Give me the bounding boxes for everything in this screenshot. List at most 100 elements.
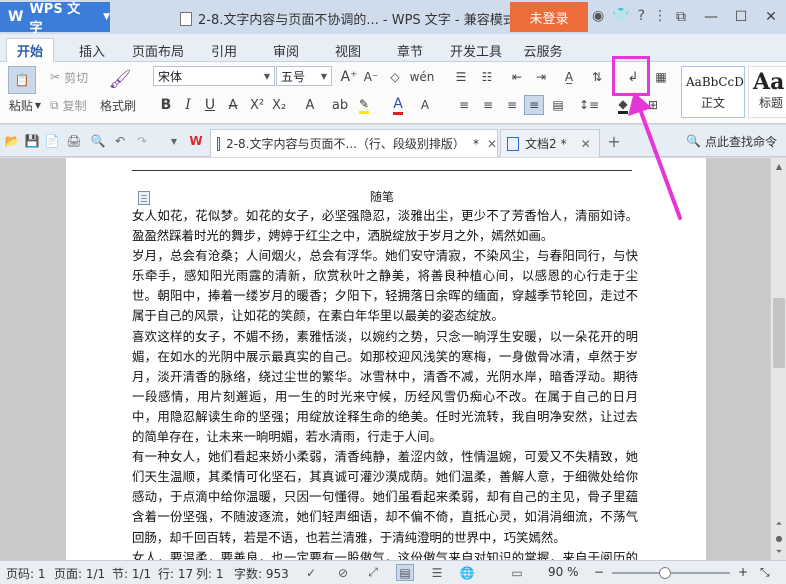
open-folder-icon[interactable]: 📂 bbox=[4, 133, 20, 149]
cut-button[interactable]: ✂ 剪切 bbox=[50, 68, 88, 86]
select-browse-icon[interactable]: ● bbox=[773, 532, 785, 544]
doc-tab-modified: * bbox=[472, 136, 479, 151]
undo-icon[interactable]: ↶ bbox=[112, 133, 128, 149]
align-right-icon[interactable]: ≡ bbox=[504, 96, 520, 114]
tab-developer[interactable]: 开发工具 bbox=[446, 38, 506, 62]
wps-home-icon[interactable]: W bbox=[188, 133, 204, 149]
help-icon[interactable]: ? bbox=[638, 8, 645, 24]
zoom-slider-thumb[interactable] bbox=[659, 567, 672, 579]
phonetic-guide-icon[interactable]: wén bbox=[408, 68, 436, 86]
zoom-out-icon[interactable]: − bbox=[594, 565, 604, 579]
tab-chapter[interactable]: 章节 bbox=[388, 38, 432, 62]
shading-icon[interactable]: ◆ bbox=[612, 96, 634, 114]
zoom-level[interactable]: 90 % bbox=[548, 565, 579, 579]
format-painter-button[interactable]: 格式刷 bbox=[100, 96, 136, 114]
italic-button[interactable]: I bbox=[180, 96, 196, 114]
status-word-count[interactable]: 字数: 953 bbox=[234, 565, 289, 582]
command-search[interactable]: 🔍 点此查找命令 bbox=[686, 131, 777, 151]
next-page-icon[interactable]: ⏷ bbox=[773, 546, 785, 558]
zoom-in-icon[interactable]: + bbox=[738, 565, 748, 579]
doc-tab-active[interactable]: 2-8.文字内容与页面不...（行、段级别排版） * ✕ bbox=[210, 129, 498, 157]
new-tab-icon[interactable]: + bbox=[606, 132, 622, 151]
text-effect-icon[interactable]: ab bbox=[330, 96, 350, 114]
web-view-icon[interactable]: 🌐 bbox=[458, 564, 476, 581]
highlight-color-icon[interactable]: ✎ bbox=[354, 96, 374, 114]
export-pdf-icon[interactable]: 📄 bbox=[44, 133, 60, 149]
align-center-icon[interactable]: ≡ bbox=[480, 96, 496, 114]
table-icon[interactable]: ▦ bbox=[652, 68, 670, 86]
format-painter-icon[interactable]: 🖌 bbox=[108, 66, 132, 92]
font-size-select[interactable]: 五号 ▼ bbox=[276, 66, 332, 86]
clear-format-icon[interactable]: ◇ bbox=[386, 68, 404, 86]
style-normal[interactable]: AaBbCcD 正文 bbox=[681, 66, 745, 118]
char-shading-icon[interactable]: A bbox=[414, 96, 436, 114]
justify-icon[interactable]: ≡ bbox=[524, 95, 544, 115]
spell-check-icon[interactable]: ✓ bbox=[302, 564, 320, 581]
strikethrough-button[interactable]: A bbox=[226, 96, 240, 114]
document-title-text: 2-8.文字内容与页面不协调的... - WPS 文字 - 兼容模式 bbox=[198, 13, 516, 28]
print-preview-icon[interactable]: 🔍 bbox=[90, 133, 106, 149]
bullets-icon[interactable]: ☰ bbox=[452, 68, 470, 86]
prev-page-icon[interactable]: ⏶ bbox=[773, 518, 785, 530]
save-icon[interactable]: 💾 bbox=[24, 133, 40, 149]
shrink-font-icon[interactable]: A⁻ bbox=[362, 68, 380, 86]
minimize-button[interactable]: — bbox=[696, 4, 726, 30]
vertical-scrollbar[interactable]: ▲ ⏶ ● ⏷ bbox=[770, 158, 786, 560]
document-body[interactable]: 女人如花，花似梦。如花的女子，必坚强隐忍，淡雅出尘，更少不了芳香怡人，清丽如诗。… bbox=[132, 206, 638, 560]
font-name-select[interactable]: 宋体 ▼ bbox=[153, 66, 275, 86]
font-effects-icon[interactable]: A bbox=[300, 96, 320, 114]
document-heading: 随笔 bbox=[369, 190, 394, 204]
chevron-down-icon[interactable]: ▼ bbox=[166, 133, 182, 149]
tab-insert[interactable]: 插入 bbox=[70, 38, 114, 62]
tab-references[interactable]: 引用 bbox=[202, 38, 246, 62]
close-icon[interactable]: ✕ bbox=[581, 137, 591, 151]
wps-app-menu-button[interactable]: W WPS 文字 ▼ bbox=[0, 2, 110, 36]
copy-button[interactable]: ⧉ 复制 bbox=[50, 96, 87, 114]
tab-review[interactable]: 审阅 bbox=[264, 38, 308, 62]
status-bar: 页码: 1 页面: 1/1 节: 1/1 行: 17 列: 1 字数: 953 … bbox=[0, 560, 786, 584]
style-heading[interactable]: Aa 标题 bbox=[748, 66, 786, 118]
doc-protect-icon[interactable]: ⊘ bbox=[334, 564, 352, 581]
superscript-button[interactable]: X² bbox=[250, 96, 264, 114]
skin-icon[interactable]: ◉ bbox=[592, 8, 604, 24]
scroll-up-icon[interactable]: ▲ bbox=[773, 160, 785, 172]
line-spacing-icon[interactable]: ↕≡ bbox=[578, 96, 600, 114]
tab-start[interactable]: 开始 bbox=[6, 38, 54, 62]
full-screen-icon[interactable]: ⤢ bbox=[364, 564, 382, 581]
maximize-button[interactable]: ☐ bbox=[726, 4, 756, 30]
outline-view-icon[interactable]: ☰ bbox=[428, 564, 446, 581]
distributed-align-icon[interactable]: ▤ bbox=[550, 96, 566, 114]
print-icon[interactable]: 🖨 bbox=[66, 133, 82, 149]
reading-mode-icon[interactable]: ▭ bbox=[508, 564, 526, 581]
subscript-button[interactable]: X₂ bbox=[272, 96, 286, 114]
restore-ribbon-icon[interactable]: ⧉ bbox=[666, 4, 696, 30]
shirt-icon[interactable]: 👕 bbox=[612, 8, 629, 24]
borders-icon[interactable]: ⊞ bbox=[642, 96, 664, 114]
decrease-indent-icon[interactable]: ⇤ bbox=[508, 68, 526, 86]
zoom-fit-icon[interactable]: ⤡ bbox=[760, 565, 770, 580]
login-button[interactable]: 未登录 bbox=[510, 2, 588, 32]
align-left-icon[interactable]: ≡ bbox=[456, 96, 472, 114]
increase-indent-icon[interactable]: ⇥ bbox=[532, 68, 550, 86]
font-color-icon[interactable]: A bbox=[388, 96, 408, 115]
tab-page-layout[interactable]: 页面布局 bbox=[128, 38, 188, 62]
sort-icon[interactable]: ⇅ bbox=[588, 68, 606, 86]
paste-icon[interactable]: 📋 bbox=[8, 66, 36, 94]
more-icon[interactable]: ⋮ bbox=[653, 8, 667, 24]
close-icon[interactable]: ✕ bbox=[487, 137, 497, 151]
chinese-layout-icon[interactable]: A̲ bbox=[558, 68, 580, 86]
paste-button[interactable]: 粘贴 ▼ bbox=[4, 96, 46, 114]
bold-button[interactable]: B bbox=[158, 96, 174, 114]
redo-icon[interactable]: ↷ bbox=[134, 133, 150, 149]
tab-cloud-service[interactable]: 云服务 bbox=[518, 38, 568, 62]
document-page[interactable]: 随笔 女人如花，花似梦。如花的女子，必坚强隐忍，淡雅出尘，更少不了芳香怡人，清丽… bbox=[66, 158, 706, 560]
status-page-number: 页码: 1 bbox=[6, 567, 46, 581]
page-view-icon[interactable]: ▤ bbox=[396, 564, 414, 581]
underline-button[interactable]: U bbox=[202, 96, 218, 114]
tab-view[interactable]: 视图 bbox=[326, 38, 370, 62]
grow-font-icon[interactable]: A⁺ bbox=[340, 68, 358, 86]
scroll-thumb[interactable] bbox=[773, 298, 785, 368]
doc-tab-2[interactable]: 文档2 * ✕ bbox=[500, 129, 600, 157]
numbering-icon[interactable]: ☷ bbox=[478, 68, 496, 86]
close-button[interactable]: ✕ bbox=[756, 4, 786, 30]
